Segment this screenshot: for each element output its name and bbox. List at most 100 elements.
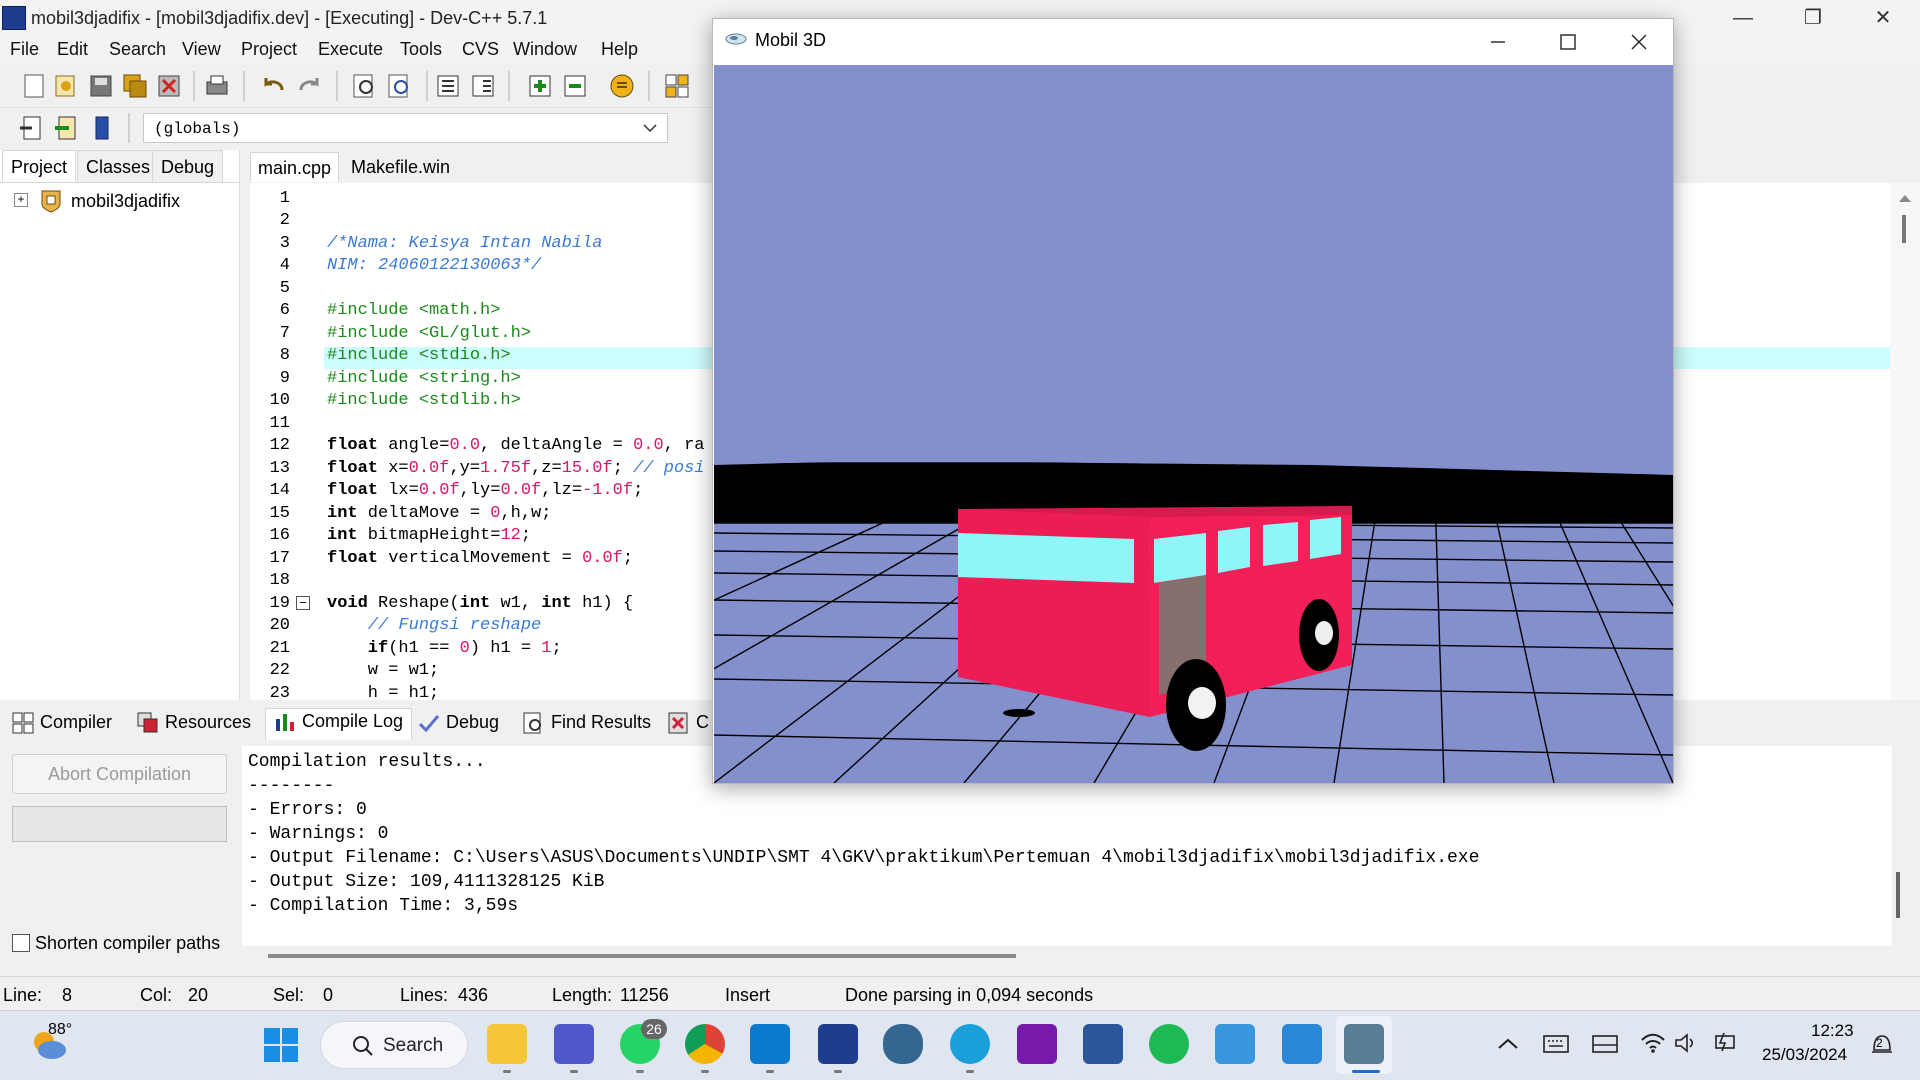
bookmark-icon[interactable] bbox=[88, 114, 116, 142]
wifi-icon[interactable] bbox=[1640, 1032, 1666, 1054]
keyboard-icon[interactable] bbox=[1543, 1034, 1569, 1054]
main-toolbar bbox=[0, 64, 720, 108]
close-button[interactable]: ✕ bbox=[1863, 4, 1903, 32]
project-icon bbox=[41, 190, 61, 213]
menu-tools[interactable]: Tools bbox=[400, 39, 442, 60]
log-horizontal-scrollbar[interactable] bbox=[268, 954, 1016, 958]
gl-maximize-icon[interactable] bbox=[1558, 32, 1578, 52]
tab-main-cpp[interactable]: main.cpp bbox=[250, 152, 340, 182]
checkbox-box[interactable] bbox=[12, 934, 30, 952]
status-col-value: 20 bbox=[188, 985, 209, 1005]
tab-debug-bottom[interactable]: Debug bbox=[418, 712, 499, 738]
undo-icon[interactable] bbox=[260, 72, 288, 100]
menu-edit[interactable]: Edit bbox=[57, 39, 88, 60]
insert-icon[interactable] bbox=[18, 114, 46, 142]
redo-icon[interactable] bbox=[295, 72, 323, 100]
taskbar-search[interactable]: Search bbox=[320, 1021, 468, 1069]
line-number: 14 bbox=[269, 481, 290, 500]
battery-icon[interactable] bbox=[1712, 1030, 1738, 1054]
goto-icon[interactable] bbox=[53, 114, 81, 142]
shorten-paths-checkbox[interactable]: Shorten compiler paths bbox=[12, 933, 220, 954]
code-line-17: float verticalMovement = 0.0f; bbox=[327, 549, 634, 568]
vscode-icon[interactable] bbox=[750, 1024, 790, 1064]
menu-execute[interactable]: Execute bbox=[318, 39, 383, 60]
postgresql-icon[interactable] bbox=[883, 1024, 923, 1064]
tab-debug[interactable]: Debug bbox=[152, 150, 224, 182]
onenote-icon[interactable] bbox=[1017, 1024, 1057, 1064]
save-all-icon[interactable] bbox=[121, 72, 149, 100]
app-indicator bbox=[636, 1070, 644, 1073]
abort-compilation-button[interactable]: Abort Compilation bbox=[12, 754, 227, 794]
tab-classes[interactable]: Classes bbox=[77, 150, 160, 182]
gl-minimize-icon[interactable] bbox=[1488, 32, 1508, 52]
tab-project[interactable]: Project bbox=[2, 150, 77, 182]
code-line-20: // Fungsi reshape bbox=[327, 616, 542, 635]
tab-compile-log[interactable]: Compile Log bbox=[265, 708, 413, 740]
project-options-icon[interactable] bbox=[608, 72, 636, 100]
log-vertical-scrollbar[interactable] bbox=[1896, 872, 1900, 918]
photos-icon[interactable] bbox=[1282, 1024, 1322, 1064]
code-line-21: if(h1 == 0) h1 = 1; bbox=[327, 639, 562, 658]
scroll-up-icon[interactable] bbox=[1898, 193, 1912, 203]
minimize-button[interactable]: — bbox=[1723, 4, 1763, 32]
opengl-canvas[interactable] bbox=[714, 65, 1673, 783]
expand-toggle[interactable]: + bbox=[14, 193, 28, 207]
find-icon[interactable] bbox=[351, 72, 379, 100]
project-tree-root[interactable]: mobil3djadifix bbox=[71, 191, 180, 212]
devcpp-taskbar-icon[interactable] bbox=[818, 1024, 858, 1064]
new-file-icon[interactable] bbox=[20, 72, 48, 100]
menu-file[interactable]: File bbox=[10, 39, 39, 60]
open-file-icon[interactable] bbox=[52, 72, 80, 100]
file-explorer-icon[interactable] bbox=[487, 1024, 527, 1064]
teams-icon[interactable] bbox=[554, 1024, 594, 1064]
code-line-22: w = w1; bbox=[327, 661, 440, 680]
code-line-14: float lx=0.0f,ly=0.0f,lz=-1.0f; bbox=[327, 481, 644, 500]
indent-icon[interactable] bbox=[434, 72, 462, 100]
spotify-icon[interactable] bbox=[1149, 1024, 1189, 1064]
menu-window[interactable]: Window bbox=[513, 39, 577, 60]
gl-close-icon[interactable] bbox=[1629, 32, 1649, 52]
save-icon[interactable] bbox=[87, 72, 115, 100]
replace-icon[interactable] bbox=[386, 72, 414, 100]
tab-find-results[interactable]: Find Results bbox=[523, 712, 651, 738]
unindent-icon[interactable] bbox=[469, 72, 497, 100]
glut-taskbar-icon[interactable] bbox=[1344, 1024, 1384, 1064]
scope-dropdown[interactable]: (globals) bbox=[143, 113, 668, 143]
notepad-icon[interactable] bbox=[1215, 1024, 1255, 1064]
mobil-3d-window[interactable]: Mobil 3D bbox=[712, 18, 1674, 784]
display-icon[interactable] bbox=[1592, 1034, 1618, 1054]
remove-from-project-icon[interactable] bbox=[561, 72, 589, 100]
print-icon[interactable] bbox=[203, 72, 231, 100]
tab-divider bbox=[0, 182, 240, 183]
line-number: 15 bbox=[269, 504, 290, 523]
add-to-project-icon[interactable] bbox=[526, 72, 554, 100]
tab-close-results[interactable]: C bbox=[668, 712, 709, 738]
tab-makefile[interactable]: Makefile.win bbox=[344, 152, 458, 182]
scrollbar-thumb[interactable] bbox=[1902, 215, 1906, 243]
menu-help[interactable]: Help bbox=[601, 39, 638, 60]
edge-icon[interactable] bbox=[950, 1024, 990, 1064]
clock-time[interactable]: 12:23 bbox=[1811, 1021, 1854, 1041]
toolbar-separator bbox=[426, 71, 428, 101]
menu-search[interactable]: Search bbox=[109, 39, 166, 60]
volume-icon[interactable] bbox=[1674, 1032, 1698, 1054]
tab-resources[interactable]: Resources bbox=[137, 712, 251, 738]
chrome-icon[interactable] bbox=[685, 1024, 725, 1064]
chevron-up-icon[interactable] bbox=[1496, 1036, 1520, 1052]
word-icon[interactable] bbox=[1083, 1024, 1123, 1064]
menu-project[interactable]: Project bbox=[241, 39, 297, 60]
clock-date[interactable]: 25/03/2024 bbox=[1762, 1045, 1847, 1065]
gl-window-titlebar[interactable]: Mobil 3D bbox=[713, 19, 1673, 65]
tab-compiler[interactable]: Compiler bbox=[12, 712, 112, 738]
layout-icon[interactable] bbox=[663, 72, 691, 100]
fold-toggle[interactable]: − bbox=[296, 596, 310, 610]
close-file-icon[interactable] bbox=[155, 72, 183, 100]
menu-view[interactable]: View bbox=[182, 39, 221, 60]
status-sel-label: Sel: bbox=[273, 985, 305, 1005]
editor-vertical-scrollbar[interactable] bbox=[1890, 183, 1920, 700]
start-icon[interactable] bbox=[262, 1026, 300, 1064]
menu-cvs[interactable]: CVS bbox=[462, 39, 499, 60]
restore-button[interactable]: ❐ bbox=[1793, 4, 1833, 32]
line-number: 22 bbox=[269, 661, 290, 680]
code-line-6: #include <math.h> bbox=[327, 301, 501, 320]
